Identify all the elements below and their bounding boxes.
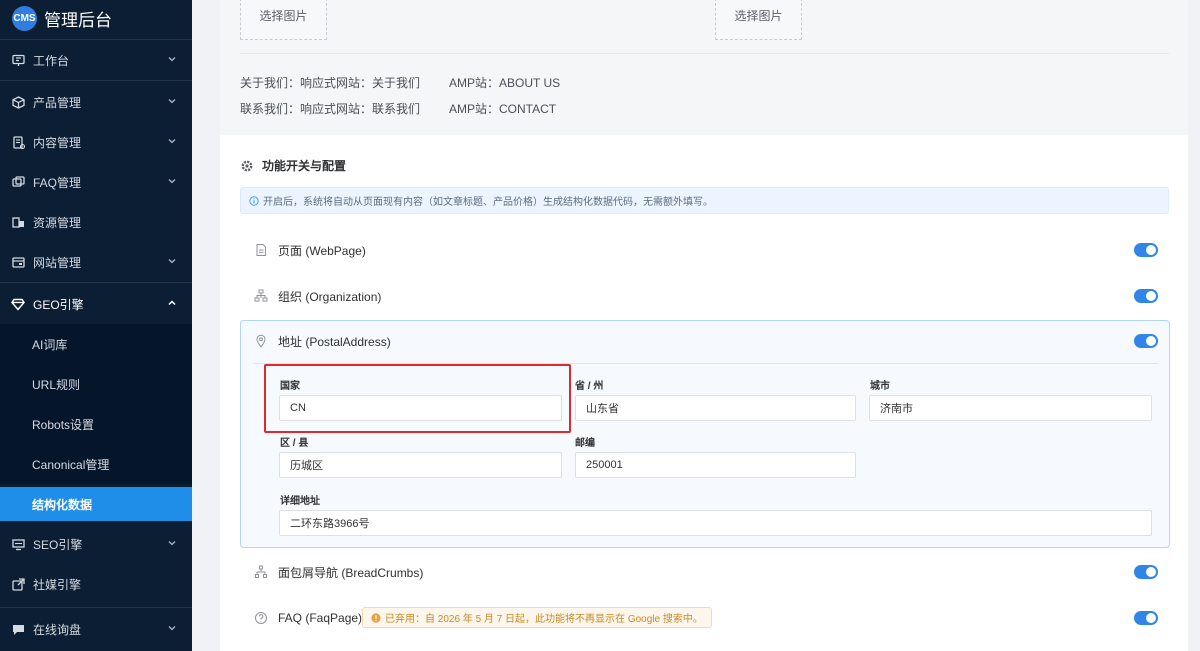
sidebar-item-content[interactable]: 内容管理 — [0, 122, 192, 162]
faq-toggle[interactable] — [1134, 611, 1158, 625]
resource-icon — [11, 215, 25, 229]
document-icon — [11, 135, 25, 149]
sidebar-item-label: 产品管理 — [33, 95, 82, 110]
section-title: 功能开关与配置 — [240, 157, 346, 174]
chevron-down-icon — [168, 99, 176, 104]
sidebar: CMS 管理后台 工作台 产品管理 内容管理 FAQ管理 资源管理 网站管理 G… — [0, 0, 192, 651]
brand-logo: CMS — [12, 6, 37, 31]
feature-postal-address: 地址 (PostalAddress) — [240, 321, 1169, 361]
select-image-button-right[interactable]: 选择图片 — [715, 0, 802, 40]
feature-breadcrumbs: 面包屑导航 (BreadCrumbs) — [240, 552, 1169, 592]
sidebar-item-products[interactable]: 产品管理 — [0, 82, 192, 122]
sidebar-item-label: 资源管理 — [33, 215, 82, 230]
sidebar-item-label: FAQ管理 — [33, 175, 82, 190]
postcode-label: 邮编 — [575, 438, 595, 449]
feature-label: FAQ (FaqPage) — [278, 611, 363, 625]
sidebar-item-label: 网站管理 — [33, 255, 82, 270]
info-text: 开启后，系统将自动从页面现有内容（如文章标题、产品价格）生成结构化数据代码，无需… — [263, 197, 713, 208]
sidebar-item-inquiries[interactable]: 在线询盘 — [0, 609, 192, 649]
feature-label: 组织 (Organization) — [278, 289, 382, 304]
street-input[interactable]: 二环东路3966号 — [279, 510, 1152, 536]
street-label: 详细地址 — [280, 496, 320, 507]
sidebar-item-faq[interactable]: FAQ管理 — [0, 162, 192, 202]
sidebar-item-label: 社媒引擎 — [33, 577, 82, 592]
sidebar-item-label: SEO引擎 — [33, 537, 83, 552]
sidebar-item-website[interactable]: 网站管理 — [0, 242, 192, 282]
province-label: 省 / 州 — [575, 381, 604, 392]
question-icon — [255, 612, 267, 624]
chat-icon — [11, 622, 25, 636]
feature-webpage: 页面 (WebPage) — [240, 230, 1169, 270]
page-icon — [256, 244, 266, 256]
warning-icon — [371, 612, 381, 623]
chevron-down-icon — [168, 626, 176, 631]
sidebar-subitem-robots[interactable]: Robots设置 — [0, 404, 192, 444]
dashboard-icon — [11, 53, 25, 67]
chevron-down-icon — [168, 57, 176, 62]
district-label: 区 / 县 — [280, 438, 309, 449]
website-icon — [11, 255, 25, 269]
monitor-icon — [11, 537, 25, 551]
contact-amp-info: AMP站：CONTACT — [449, 102, 557, 116]
brand: CMS 管理后台 — [0, 0, 192, 38]
divider — [240, 53, 1169, 54]
share-icon — [11, 577, 25, 591]
feature-organization: 组织 (Organization) — [240, 276, 1169, 316]
sidebar-subitem-ai-lexicon[interactable]: AI词库 — [0, 324, 192, 364]
deprecated-badge: 已弃用：自 2026 年 5 月 7 日起，此功能将不再显示在 Google 搜… — [362, 607, 712, 628]
sidebar-item-social-engine[interactable]: 社媒引擎 — [0, 564, 192, 604]
chevron-down-icon — [168, 259, 176, 264]
section-title-text: 功能开关与配置 — [262, 159, 347, 173]
webpage-toggle[interactable] — [1134, 243, 1158, 257]
info-alert: 开启后，系统将自动从页面现有内容（如文章标题、产品价格）生成结构化数据代码，无需… — [240, 187, 1169, 214]
sidebar-item-seo-engine[interactable]: SEO引擎 — [0, 524, 192, 564]
deprecated-text: 已弃用：自 2026 年 5 月 7 日起，此功能将不再显示在 Google 搜… — [385, 614, 703, 625]
divider — [0, 80, 192, 81]
sidebar-subitem-canonical[interactable]: Canonical管理 — [0, 444, 192, 484]
feature-label: 面包屑导航 (BreadCrumbs) — [278, 565, 424, 580]
postal-address-toggle[interactable] — [1134, 334, 1158, 348]
feature-label: 页面 (WebPage) — [278, 243, 366, 258]
diamond-icon — [11, 297, 25, 311]
district-input[interactable]: 历城区 — [279, 452, 562, 478]
city-input[interactable]: 济南市 — [869, 395, 1152, 421]
faq-icon — [11, 175, 25, 189]
chevron-down-icon — [168, 139, 176, 144]
cube-icon — [11, 95, 25, 109]
sidebar-item-label: GEO引擎 — [33, 297, 84, 312]
postcode-input[interactable]: 250001 — [575, 452, 856, 478]
province-input[interactable]: 山东省 — [575, 395, 856, 421]
sidebar-item-label: 内容管理 — [33, 135, 82, 150]
feature-label: 地址 (PostalAddress) — [278, 334, 391, 349]
sidebar-item-label: 工作台 — [33, 53, 70, 68]
highlight-box — [264, 364, 571, 433]
divider — [0, 607, 192, 608]
chevron-down-icon — [168, 179, 176, 184]
location-pin-icon — [256, 334, 266, 348]
contact-link-info: 联系我们：响应式网站：联系我们 — [240, 102, 421, 116]
gear-icon — [241, 160, 253, 171]
organization-icon — [254, 289, 268, 302]
hierarchy-icon — [255, 565, 267, 578]
info-icon — [249, 195, 259, 206]
chevron-down-icon — [168, 541, 176, 546]
select-image-button-left[interactable]: 选择图片 — [240, 0, 327, 40]
sidebar-subitem-structured-data[interactable]: 结构化数据 — [0, 487, 192, 521]
city-label: 城市 — [870, 381, 890, 392]
sidebar-item-resources[interactable]: 资源管理 — [0, 202, 192, 242]
sidebar-item-dashboard[interactable]: 工作台 — [0, 40, 192, 80]
breadcrumbs-toggle[interactable] — [1134, 565, 1158, 579]
sidebar-subitem-url-rules[interactable]: URL规则 — [0, 364, 192, 404]
brand-title: 管理后台 — [44, 11, 112, 30]
about-amp-info: AMP站：ABOUT US — [449, 76, 561, 90]
sidebar-item-geo-engine[interactable]: GEO引擎 — [0, 284, 192, 324]
sidebar-item-label: 在线询盘 — [33, 622, 82, 637]
organization-toggle[interactable] — [1134, 289, 1158, 303]
divider — [0, 282, 192, 283]
chevron-up-icon — [168, 300, 176, 306]
about-link-info: 关于我们：响应式网站：关于我们 — [240, 76, 421, 90]
